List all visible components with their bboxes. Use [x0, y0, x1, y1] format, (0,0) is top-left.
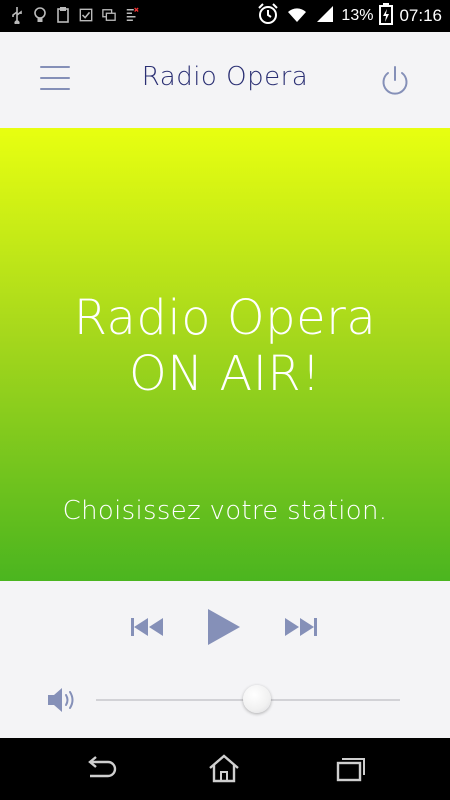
- next-button[interactable]: [284, 615, 318, 639]
- volume-slider-thumb[interactable]: [243, 685, 272, 713]
- clipboard-icon: [56, 6, 70, 24]
- volume-icon[interactable]: [46, 685, 78, 715]
- player-controls: [0, 581, 450, 738]
- clock: 07:16: [399, 6, 442, 25]
- alarm-icon: [257, 3, 279, 29]
- checkbox-icon: [79, 6, 93, 24]
- hero-title-line1: Radio Opera: [73, 290, 377, 346]
- data-icon: [125, 6, 139, 24]
- volume-slider-fill: [96, 699, 258, 701]
- power-icon[interactable]: [378, 64, 412, 98]
- navigation-bar: [0, 738, 450, 800]
- usb-icon: [10, 6, 24, 24]
- screens-icon: [102, 6, 116, 24]
- battery-charging-icon: [379, 3, 394, 29]
- home-icon[interactable]: [206, 754, 242, 784]
- hero-title: Radio Opera ON AIR!: [0, 290, 450, 402]
- notification-icons: [10, 6, 139, 24]
- volume-slider[interactable]: [96, 685, 400, 713]
- wifi-icon: [285, 4, 309, 28]
- play-button[interactable]: [206, 607, 242, 647]
- back-icon[interactable]: [82, 754, 118, 784]
- signal-icon: [315, 4, 335, 28]
- recent-apps-icon[interactable]: [330, 754, 366, 784]
- previous-button[interactable]: [130, 615, 164, 639]
- status-right: 13% 07:16: [257, 3, 442, 29]
- battery-percent: 13%: [341, 7, 374, 24]
- on-air-banner: Radio Opera ON AIR! Choisissez votre sta…: [0, 128, 450, 581]
- app-header: Radio Opera: [0, 32, 450, 128]
- bulb-icon: [33, 6, 47, 24]
- hero-subtitle: Choisissez votre station.: [62, 496, 388, 526]
- status-bar: 13% 07:16: [0, 0, 450, 32]
- hero-title-line2: ON AIR!: [128, 346, 322, 402]
